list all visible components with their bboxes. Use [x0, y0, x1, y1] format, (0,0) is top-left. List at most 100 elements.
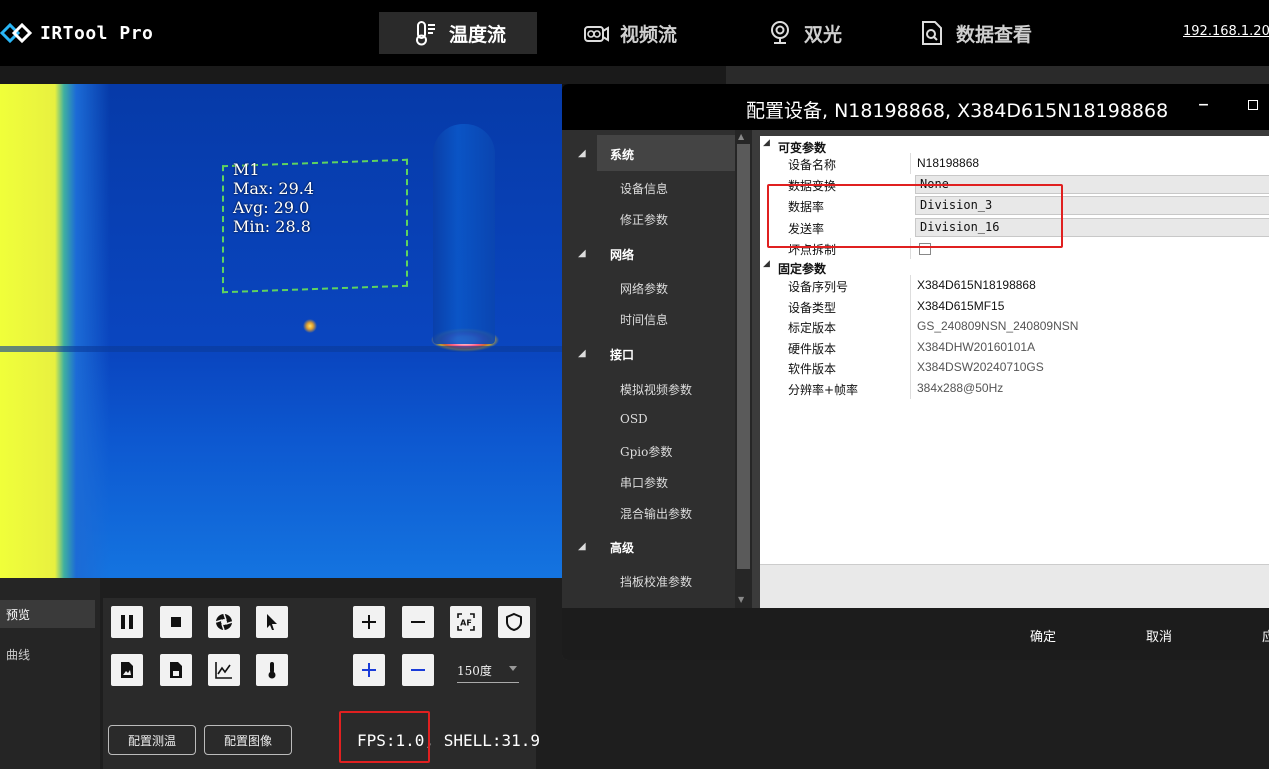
video-camera-icon: [584, 26, 609, 42]
tree-item-network[interactable]: 网络: [610, 246, 634, 263]
property-key: 分辨率+帧率: [788, 383, 859, 397]
tab-video-stream[interactable]: 视频流: [582, 12, 712, 54]
divider: [910, 296, 911, 317]
roi-readout: M1 Max: 29.4 Avg: 29.0 Min: 28.8: [233, 160, 314, 236]
config-temperature-button[interactable]: 配置测温: [108, 725, 196, 755]
tab-dual-light[interactable]: 双光: [766, 12, 876, 54]
cancel-button[interactable]: 取消: [1146, 626, 1172, 645]
tree-item-osd[interactable]: OSD: [620, 412, 648, 426]
top-bar: IRTool Pro 温度流 视频流 双光 数据查看 192.168.1.201: [0, 0, 1269, 66]
zoom-out-button[interactable]: [402, 606, 434, 638]
collapse-arrow-icon[interactable]: ◢: [763, 259, 770, 269]
highlight-box-fps: [339, 711, 430, 763]
save-data-button[interactable]: [160, 654, 192, 686]
tree-item-serial[interactable]: 串口参数: [620, 474, 668, 491]
view-mode-preview[interactable]: 预览: [0, 600, 95, 628]
save-image-button[interactable]: [111, 654, 143, 686]
tree-scrollbar[interactable]: ▲ ▼: [735, 130, 752, 608]
tree-item-gpio[interactable]: Gpio参数: [620, 443, 672, 460]
tree-item-network-params[interactable]: 网络参数: [620, 280, 668, 297]
property-key: 设备序列号: [788, 280, 849, 294]
collapse-arrow-icon[interactable]: ◢: [578, 248, 586, 259]
collapse-arrow-icon[interactable]: ◢: [763, 138, 770, 148]
tree-item-shutter-calibration[interactable]: 挡板校准参数: [620, 573, 692, 590]
chart-icon: [215, 662, 232, 679]
divider: [910, 337, 911, 358]
divider: [910, 275, 911, 296]
tree-item-interface[interactable]: 接口: [610, 346, 634, 363]
tree-item-advanced[interactable]: 高级: [610, 539, 634, 556]
tree-item-correction-params[interactable]: 修正参数: [620, 211, 668, 228]
tree-item-analog-video[interactable]: 模拟视频参数: [620, 381, 692, 398]
range-plus-button[interactable]: [353, 654, 385, 686]
tab-label: 数据查看: [956, 23, 1033, 46]
roi-avg: Avg: 29.0: [233, 198, 310, 217]
shutter-button[interactable]: [208, 606, 240, 638]
view-mode-list: 预览 曲线: [0, 578, 100, 769]
property-key: 设备类型: [788, 301, 837, 315]
minimize-icon[interactable]: –: [1198, 92, 1209, 117]
tab-label: 温度流: [449, 23, 507, 46]
chart-button[interactable]: [208, 654, 240, 686]
property-row: 设备类型 X384D615MF15: [760, 296, 1269, 317]
view-mode-curve[interactable]: 曲线: [0, 640, 95, 668]
tree-item-system[interactable]: 系统: [610, 146, 634, 163]
maximize-icon[interactable]: [1248, 100, 1258, 110]
divider: [910, 153, 911, 174]
apply-button[interactable]: 应用: [1262, 626, 1269, 645]
autofocus-icon: AF: [457, 613, 475, 631]
config-image-button[interactable]: 配置图像: [204, 725, 292, 755]
property-key: 标定版本: [788, 321, 837, 335]
divider: [910, 316, 911, 337]
roi-name: M1: [233, 160, 260, 179]
property-value: N18198868: [917, 156, 980, 170]
temperature-button[interactable]: [256, 654, 288, 686]
minus-icon: [411, 621, 425, 623]
dialog-footer: 确定 取消 应用: [562, 608, 1269, 660]
select-cursor-button[interactable]: [256, 606, 288, 638]
pause-icon: [121, 615, 133, 629]
zoom-in-button[interactable]: [353, 606, 385, 638]
settings-tree: [562, 130, 752, 608]
property-row: 标定版本 GS_240809NSN_240809NSN: [760, 316, 1269, 337]
property-key: 设备名称: [788, 158, 837, 172]
highlight-box-rates: [767, 184, 1063, 248]
tab-label: 视频流: [620, 23, 678, 46]
scroll-thumb[interactable]: [737, 144, 750, 569]
tree-item-device-info[interactable]: 设备信息: [620, 180, 668, 197]
ok-button[interactable]: 确定: [1030, 626, 1056, 645]
app-logo: IRTool Pro: [0, 18, 153, 48]
thermal-image[interactable]: M1 Max: 29.4 Avg: 29.0 Min: 28.8: [0, 84, 562, 578]
tree-item-time-info[interactable]: 时间信息: [620, 311, 668, 328]
config-device-dialog: 配置设备, N18198868, X384D615N18198868 – ▲ ▼…: [562, 84, 1269, 660]
save-image-icon: [121, 662, 133, 678]
thermometer-icon: [268, 662, 276, 679]
temperature-range-select[interactable]: 150度: [457, 657, 519, 683]
stop-button[interactable]: [160, 606, 192, 638]
tree-item-mixed-output[interactable]: 混合输出参数: [620, 505, 692, 522]
property-row[interactable]: 设备名称 N18198868: [760, 153, 1269, 174]
divider: [910, 378, 911, 399]
pause-button[interactable]: [111, 606, 143, 638]
collapse-arrow-icon[interactable]: ◢: [578, 541, 586, 552]
collapse-arrow-icon[interactable]: ◢: [578, 348, 586, 359]
property-row: 硬件版本 X384DHW20160101A: [760, 337, 1269, 358]
property-value: X384DHW20160101A: [917, 340, 1036, 354]
thermal-shelf: [0, 346, 562, 352]
device-ip-link[interactable]: 192.168.1.201: [1183, 24, 1269, 39]
scroll-down-icon[interactable]: ▼: [738, 595, 749, 605]
tab-data-view[interactable]: 数据查看: [918, 12, 1058, 54]
range-minus-button[interactable]: [402, 654, 434, 686]
property-row: 设备序列号 X384D615N18198868: [760, 275, 1269, 296]
scroll-up-icon[interactable]: ▲: [738, 132, 749, 142]
temperature-range-value: 150度: [457, 664, 492, 678]
autofocus-button[interactable]: AF: [450, 606, 482, 638]
tab-temperature-stream[interactable]: 温度流: [379, 12, 537, 54]
property-row: 软件版本 X384DSW20240710GS: [760, 357, 1269, 378]
roi-min: Min: 28.8: [233, 217, 311, 236]
logo-icon: [0, 22, 33, 44]
collapse-arrow-icon[interactable]: ◢: [578, 148, 586, 159]
plus-icon: [362, 615, 376, 629]
shield-button[interactable]: [498, 606, 530, 638]
property-value: GS_240809NSN_240809NSN: [917, 319, 1079, 333]
